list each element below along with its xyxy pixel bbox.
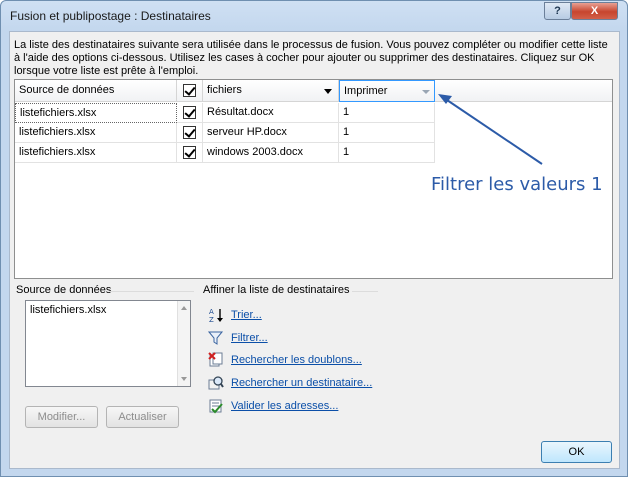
close-button[interactable]: X xyxy=(571,2,618,20)
scrollbar[interactable] xyxy=(177,301,190,386)
annotation-text: Filtrer les valeurs 1 xyxy=(431,174,603,195)
validate-addresses-icon xyxy=(209,399,223,414)
scroll-up-icon[interactable] xyxy=(181,306,187,310)
validate-link[interactable]: Valider les adresses... xyxy=(231,400,338,412)
divider xyxy=(352,291,378,292)
scroll-down-icon[interactable] xyxy=(181,377,187,381)
dialog-window: Fusion et publipostage : Destinataires ?… xyxy=(0,0,628,477)
dialog-body: La liste des destinataires suivante sera… xyxy=(9,31,620,469)
help-button[interactable]: ? xyxy=(544,2,571,20)
sort-az-icon: A Z xyxy=(209,308,223,323)
title-bar[interactable]: Fusion et publipostage : Destinataires ?… xyxy=(1,1,627,31)
list-item[interactable]: listefichiers.xlsx xyxy=(30,304,106,316)
refine-panel-label: Affiner la liste de destinataires xyxy=(203,284,350,296)
ok-button[interactable]: OK xyxy=(541,441,612,463)
duplicates-icon xyxy=(208,352,223,367)
window-title: Fusion et publipostage : Destinataires xyxy=(10,9,211,23)
svg-text:Z: Z xyxy=(209,316,214,323)
refresh-button[interactable]: Actualiser xyxy=(106,406,179,428)
svg-text:A: A xyxy=(209,308,214,316)
divider xyxy=(110,291,194,292)
modify-button[interactable]: Modifier... xyxy=(25,406,98,428)
duplicates-link[interactable]: Rechercher les doublons... xyxy=(231,354,362,366)
sort-link[interactable]: Trier... xyxy=(231,309,262,321)
source-panel-label: Source de données xyxy=(16,284,112,296)
filter-icon xyxy=(208,331,224,345)
find-recipient-icon xyxy=(208,376,224,390)
source-listbox[interactable]: listefichiers.xlsx xyxy=(25,300,191,387)
find-recipient-link[interactable]: Rechercher un destinataire... xyxy=(231,377,372,389)
filter-link[interactable]: Filtrer... xyxy=(231,332,268,344)
